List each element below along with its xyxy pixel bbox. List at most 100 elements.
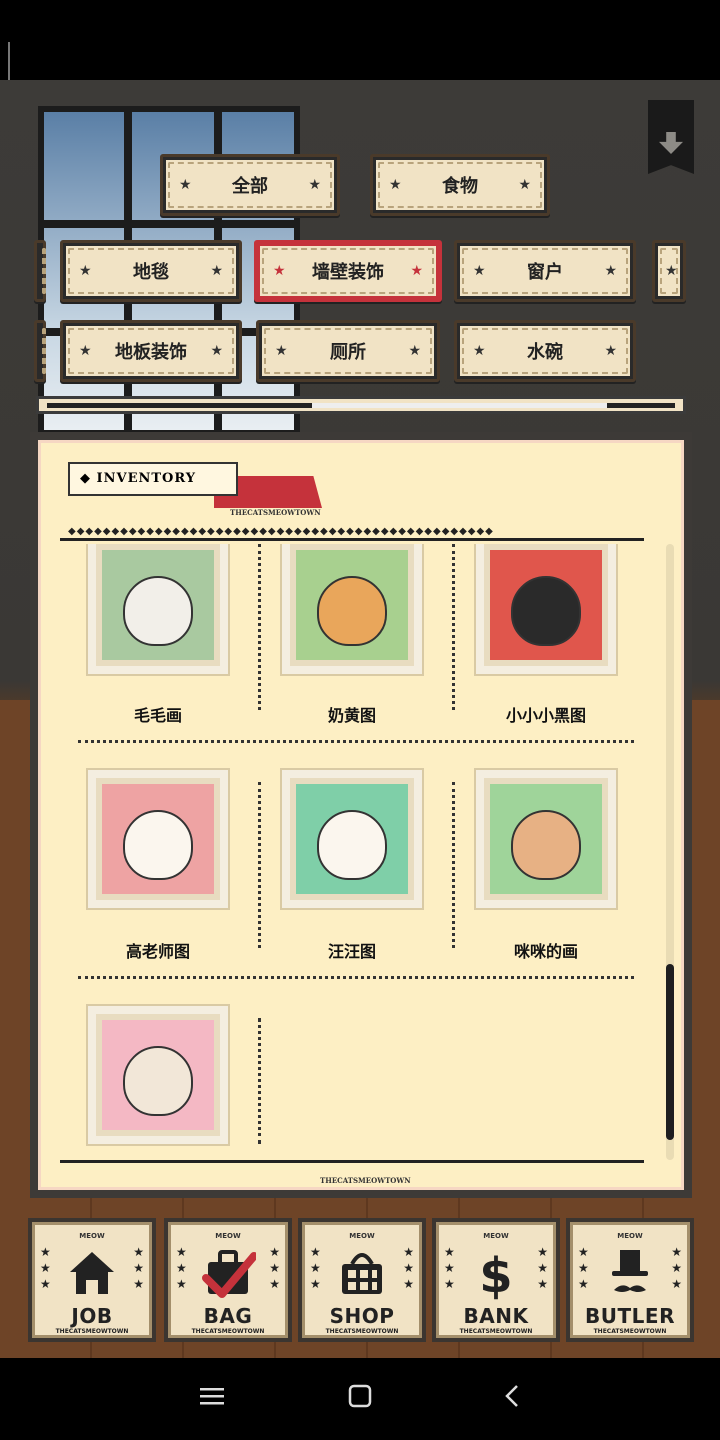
diamond-divider: ◆◆◆◆◆◆◆◆◆◆◆◆◆◆◆◆◆◆◆◆◆◆◆◆◆◆◆◆◆◆◆◆◆◆◆◆◆◆◆◆…: [68, 526, 494, 537]
stars-decoration: ★ ★ ★: [671, 1245, 682, 1291]
tab-label: 墙壁装饰: [312, 262, 384, 283]
meow-text: MEOW: [215, 1232, 241, 1240]
inventory-grid: 毛毛画 奶黄图 小小小黑图 高老师图 汪汪图 咪咪的画: [62, 544, 652, 1160]
tab-label: 食物: [442, 176, 478, 197]
stars-decoration: ★ ★ ★: [133, 1245, 144, 1291]
house-icon: [70, 1252, 114, 1294]
svg-text:$: $: [479, 1248, 512, 1300]
tabs-horizontal-scrollbar[interactable]: [36, 396, 686, 414]
tab-label: 窗户: [527, 262, 563, 283]
inventory-vertical-scrollbar[interactable]: [666, 544, 674, 1160]
collapse-flag-button[interactable]: [648, 100, 694, 174]
tab-label: 地毯: [133, 262, 169, 283]
star-icon: ★: [273, 263, 286, 279]
inventory-item[interactable]: 毛毛画: [62, 544, 254, 744]
star-icon: ★: [79, 343, 92, 359]
brand-text: THECATSMEOWTOWN: [55, 1328, 129, 1335]
home-square-icon: [348, 1384, 372, 1408]
stars-decoration: ★ ★ ★: [578, 1245, 589, 1291]
dollar-icon: $: [479, 1248, 512, 1300]
tab-label: 水碗: [527, 342, 563, 363]
tab-window[interactable]: ★ 窗户 ★: [454, 240, 636, 302]
brand-text: THECATSMEOWTOWN: [325, 1328, 399, 1335]
star-icon: ★: [604, 343, 617, 359]
painting-frame: [280, 768, 424, 910]
item-label: 汪汪图: [327, 942, 376, 961]
basket-icon: [342, 1253, 382, 1294]
bag-button[interactable]: MEOW ★ ★ ★ ★ ★ ★ BAG THECATSMEOWTOWN: [164, 1218, 292, 1342]
tab-partial-right[interactable]: ★: [652, 240, 686, 302]
shop-button[interactable]: MEOW ★ ★ ★ ★ ★ ★ SHOP THECATSMEOWTOWN: [298, 1218, 426, 1342]
bag-icon: [202, 1250, 256, 1298]
home-button[interactable]: [336, 1374, 384, 1418]
brand-text: THECATSMEOWTOWN: [459, 1328, 533, 1335]
stars-decoration: ★ ★ ★: [269, 1245, 280, 1291]
inventory-item[interactable]: 小小小黑图: [450, 544, 642, 744]
star-icon: ★: [210, 343, 223, 359]
painting-frame: [474, 544, 618, 676]
stars-decoration: ★ ★ ★: [444, 1245, 455, 1291]
star-icon: ★: [604, 263, 617, 279]
meow-text: MEOW: [483, 1232, 509, 1240]
job-button[interactable]: MEOW ★ ★ ★ ★ ★ ★ JOB THECATSMEOWTOWN: [28, 1218, 156, 1342]
cat-painting-icon: [511, 809, 581, 880]
nav-label: JOB: [71, 1304, 113, 1328]
painting-frame: [86, 1004, 230, 1146]
star-icon: ★: [275, 343, 288, 359]
cat-painting-icon: [123, 1045, 193, 1116]
back-button[interactable]: [488, 1374, 536, 1418]
tab-all[interactable]: ★ 全部 ★: [160, 154, 340, 216]
inventory-panel: ◆ INVENTORY THECATSMEOWTOWN ◆◆◆◆◆◆◆◆◆◆◆◆…: [30, 432, 692, 1198]
inventory-item[interactable]: 奶黄图: [256, 544, 448, 744]
tab-partial-left[interactable]: [34, 320, 46, 382]
tab-food[interactable]: ★ 食物 ★: [370, 154, 550, 216]
brand-text: THECATSMEOWTOWN: [320, 1176, 411, 1185]
bottom-rule: [60, 1160, 644, 1163]
meow-text: MEOW: [79, 1232, 105, 1240]
back-chevron-icon: [505, 1385, 518, 1407]
stars-decoration: ★ ★ ★: [537, 1245, 548, 1291]
tab-floor-decor[interactable]: ★ 地板装饰 ★: [60, 320, 242, 382]
scrollbar-thumb[interactable]: [666, 964, 674, 1140]
stars-decoration: ★ ★ ★: [176, 1245, 187, 1291]
nav-label: BANK: [463, 1304, 529, 1328]
star-icon: ★: [179, 177, 192, 193]
inventory-item[interactable]: 咪咪的画: [450, 768, 642, 968]
painting-frame: [474, 768, 618, 910]
painting-frame: [86, 544, 230, 676]
cat-painting-icon: [317, 809, 387, 880]
item-label: 奶黄图: [327, 706, 376, 725]
top-rule: [60, 538, 644, 541]
cat-painting-icon: [123, 809, 193, 880]
inventory-item[interactable]: 汪汪图: [256, 768, 448, 968]
inventory-item[interactable]: [62, 1004, 254, 1160]
meow-text: MEOW: [349, 1232, 375, 1240]
nav-label: SHOP: [329, 1304, 395, 1328]
tab-toilet[interactable]: ★ 厕所 ★: [256, 320, 440, 382]
tab-wall-decor[interactable]: ★ 墙壁装饰 ★: [254, 240, 442, 302]
top-hat-icon: [612, 1250, 648, 1292]
nav-label: BAG: [203, 1304, 253, 1328]
star-icon: ★: [518, 177, 531, 193]
item-label: 高老师图: [125, 942, 190, 961]
star-icon: ★: [79, 263, 92, 279]
row-divider: [78, 740, 634, 743]
stars-decoration: ★ ★ ★: [40, 1245, 51, 1291]
tab-label: 地板装饰: [115, 342, 187, 363]
tab-water-bowl[interactable]: ★ 水碗 ★: [454, 320, 636, 382]
tab-partial-left[interactable]: [34, 240, 46, 302]
tab-carpet[interactable]: ★ 地毯 ★: [60, 240, 242, 302]
butler-button[interactable]: MEOW ★ ★ ★ ★ ★ ★ BUTLER THECATSMEOWTOWN: [566, 1218, 694, 1342]
menu-button[interactable]: [188, 1374, 236, 1418]
inventory-title-text: INVENTORY: [96, 471, 197, 486]
menu-icon: [200, 1388, 224, 1405]
scrollbar-thumb[interactable]: [312, 403, 607, 408]
brand-text: THECATSMEOWTOWN: [191, 1328, 265, 1335]
bank-button[interactable]: MEOW ★ ★ ★ ★ ★ ★ $ BANK THECATSMEOWTOWN: [432, 1218, 560, 1342]
item-label: 小小小黑图: [505, 706, 586, 725]
stars-decoration: ★ ★ ★: [310, 1245, 321, 1291]
star-icon: ★: [389, 177, 402, 193]
star-icon: ★: [473, 263, 486, 279]
brand-text: THECATSMEOWTOWN: [230, 508, 321, 517]
inventory-item[interactable]: 高老师图: [62, 768, 254, 968]
